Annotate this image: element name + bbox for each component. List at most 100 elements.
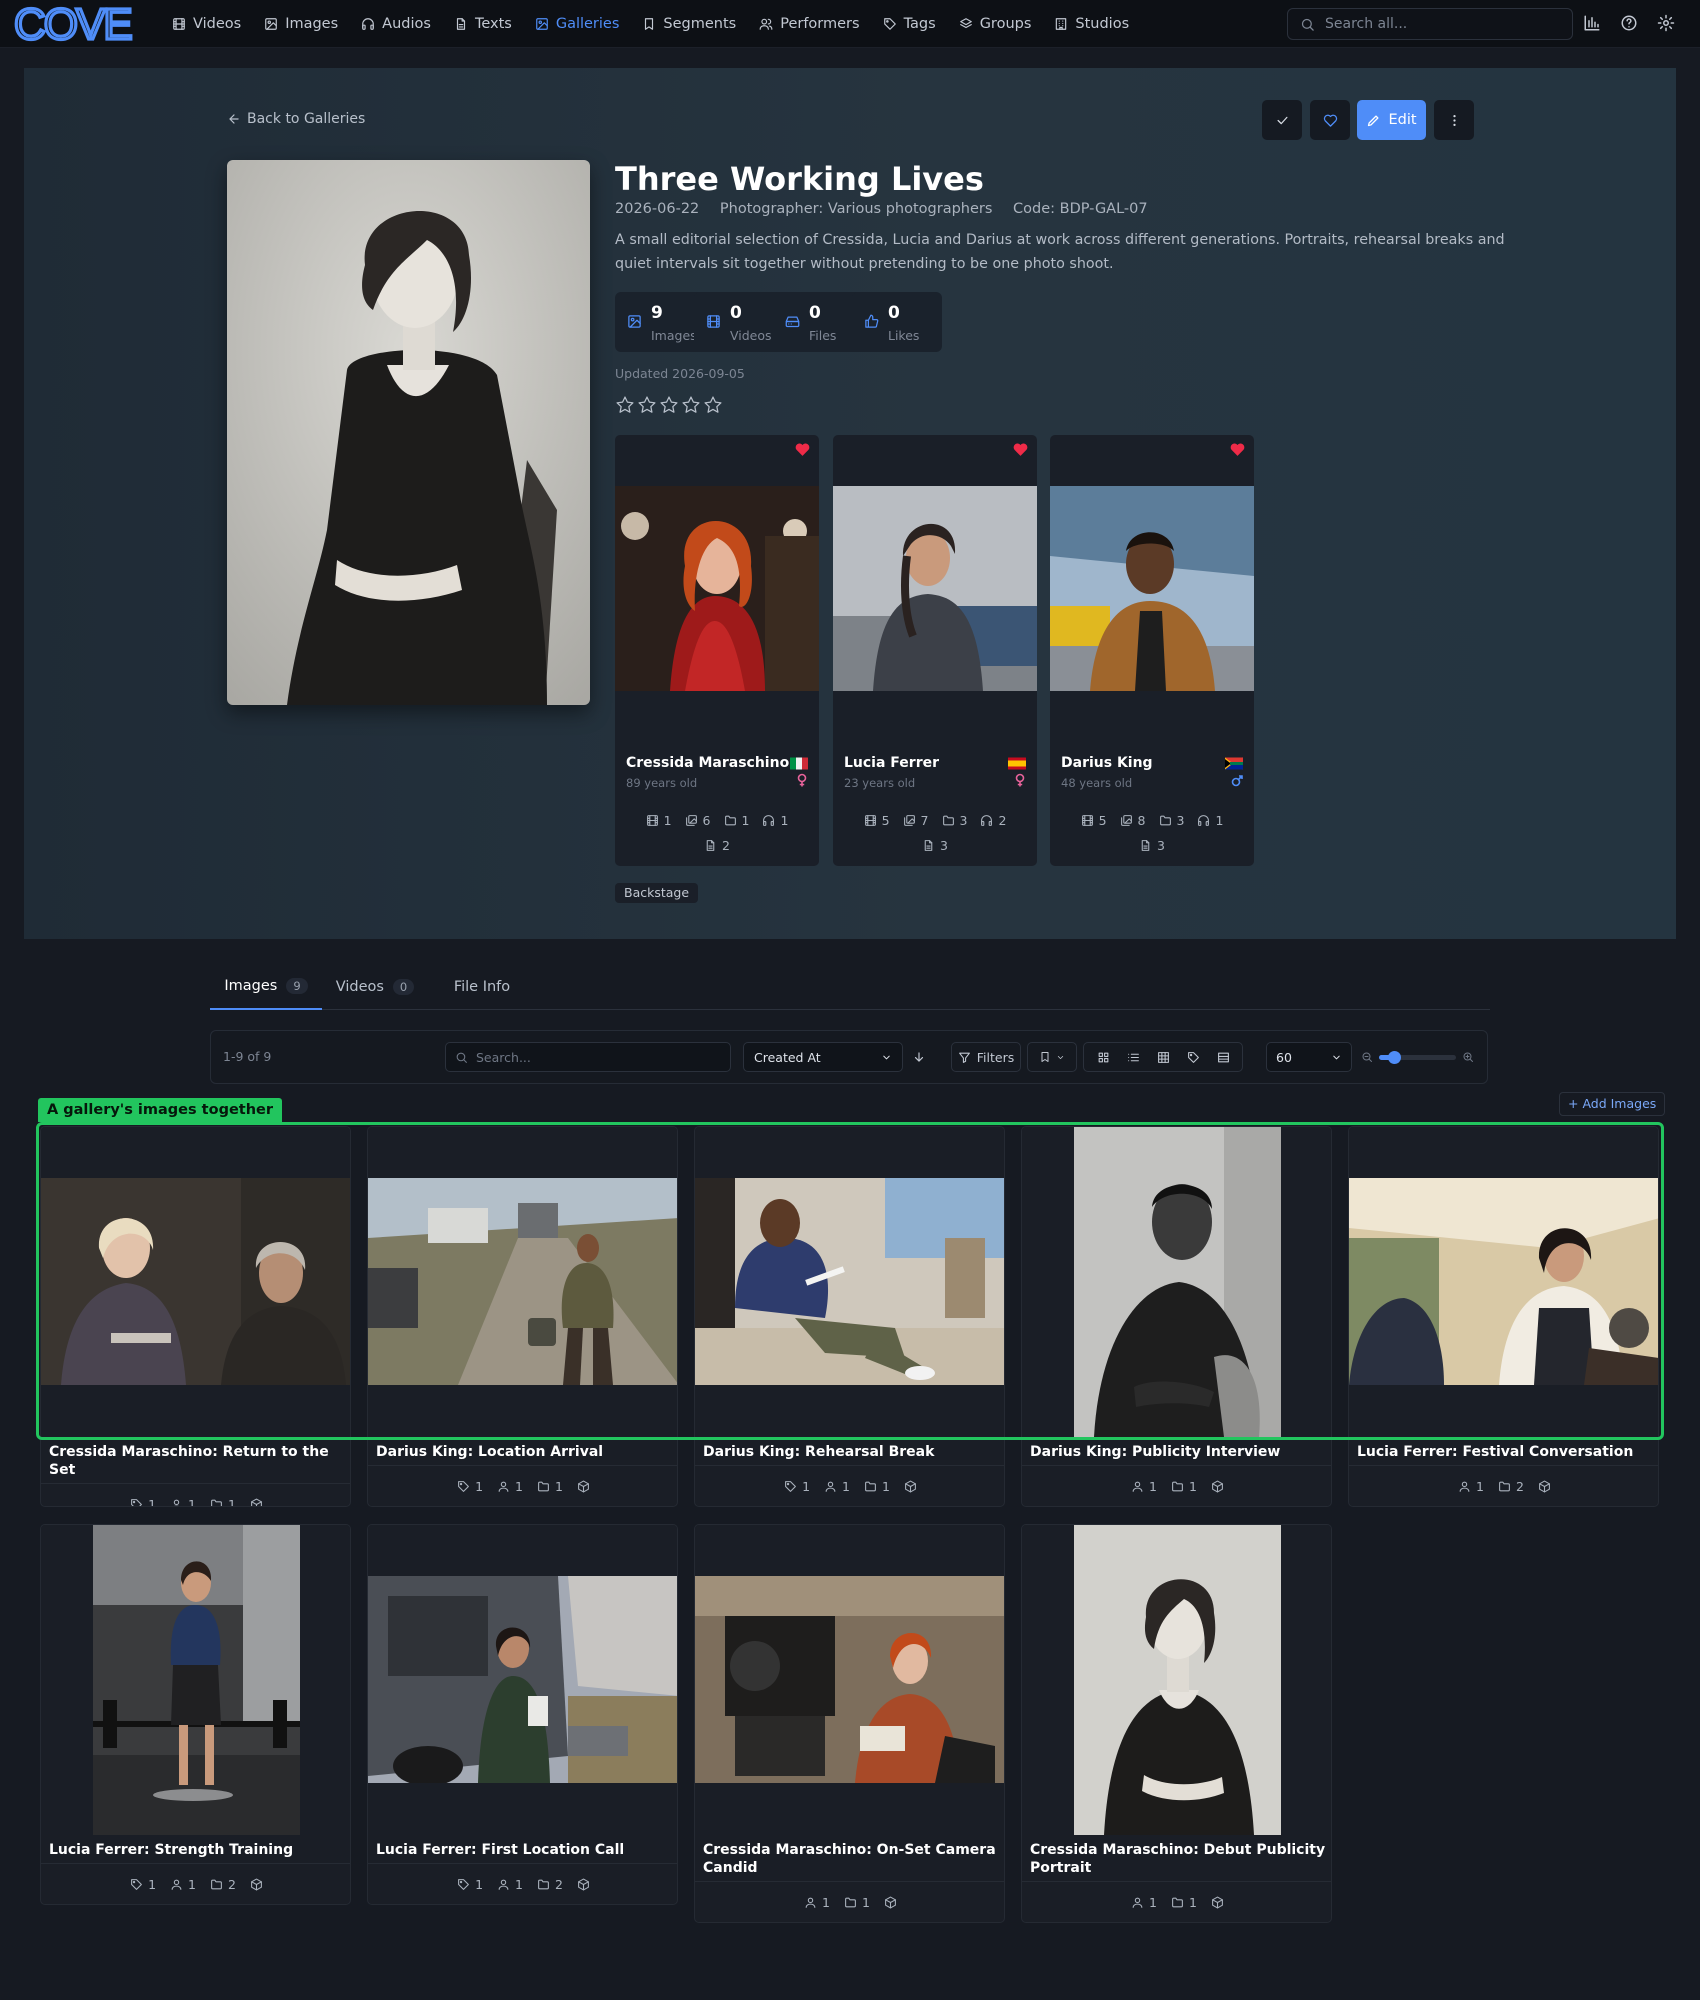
- tag-chip[interactable]: Backstage: [615, 883, 699, 903]
- performer-count-value: 5: [881, 813, 890, 828]
- back-to-galleries-link[interactable]: Back to Galleries: [227, 111, 365, 127]
- zoom-slider-handle[interactable]: [1388, 1050, 1401, 1064]
- performer-name[interactable]: Lucia Ferrer: [844, 755, 939, 771]
- image-thumbnail[interactable]: [695, 1525, 1004, 1835]
- nav-item-audios[interactable]: Audios: [361, 16, 431, 32]
- performer-name[interactable]: Cressida Maraschino: [626, 755, 789, 771]
- wall-view-icon[interactable]: [1217, 1051, 1230, 1064]
- stat-value: 9: [651, 303, 663, 323]
- folder-icon: [538, 1481, 549, 1492]
- image-card[interactable]: Lucia Ferrer: First Location Call 1 1 2: [367, 1524, 678, 1905]
- zoom-out-icon[interactable]: [1361, 1051, 1373, 1063]
- performer-name[interactable]: Darius King: [1061, 755, 1153, 771]
- image-card[interactable]: Lucia Ferrer: Strength Training 1 1 2: [40, 1524, 351, 1905]
- cove-logo[interactable]: COVE: [14, 4, 138, 44]
- image-title[interactable]: Darius King: Rehearsal Break: [703, 1443, 999, 1461]
- performer-count: 5: [1081, 813, 1107, 828]
- image-thumbnail[interactable]: [695, 1127, 1004, 1437]
- image-thumbnail[interactable]: [41, 1525, 350, 1835]
- heart-filled-icon[interactable]: [1012, 441, 1029, 458]
- filters-button[interactable]: Filters: [951, 1042, 1021, 1072]
- image-title[interactable]: Cressida Maraschino: On-Set Camera Candi…: [703, 1841, 999, 1877]
- zoom-slider[interactable]: [1379, 1050, 1456, 1064]
- gallery-cover-image[interactable]: [227, 160, 590, 705]
- image-thumbnail[interactable]: [368, 1525, 677, 1835]
- per-page-select[interactable]: 60: [1266, 1042, 1352, 1072]
- image-title[interactable]: Lucia Ferrer: Strength Training: [49, 1841, 345, 1859]
- image-title[interactable]: Darius King: Publicity Interview: [1030, 1443, 1326, 1461]
- tag-view-icon[interactable]: [1187, 1051, 1200, 1064]
- heart-filled-icon[interactable]: [1229, 441, 1246, 458]
- image-thumbnail[interactable]: [1349, 1127, 1658, 1437]
- image-card[interactable]: Darius King: Publicity Interview 1 1: [1021, 1126, 1332, 1507]
- nav-item-tags[interactable]: Tags: [883, 16, 936, 32]
- rating-stars[interactable]: [615, 395, 723, 415]
- film-icon: [646, 815, 658, 826]
- nav-item-texts[interactable]: Texts: [454, 16, 512, 32]
- nav-item-performers[interactable]: Performers: [759, 16, 860, 32]
- image-card[interactable]: Cressida Maraschino: Debut Publicity Por…: [1021, 1524, 1332, 1923]
- nav-item-videos[interactable]: Videos: [172, 16, 241, 32]
- favorite-button[interactable]: [1310, 100, 1350, 140]
- images-search-input[interactable]: Search...: [445, 1042, 731, 1072]
- image-title[interactable]: Lucia Ferrer: Festival Conversation: [1357, 1443, 1653, 1461]
- nav-item-segments[interactable]: Segments: [642, 16, 736, 32]
- heart-filled-icon[interactable]: [794, 441, 811, 458]
- image-thumbnail[interactable]: [1022, 1127, 1331, 1437]
- edit-button[interactable]: Edit: [1357, 100, 1426, 140]
- image-card[interactable]: Cressida Maraschino: Return to the Set 1 1…: [40, 1126, 351, 1507]
- add-images-button[interactable]: + Add Images: [1559, 1092, 1666, 1116]
- image-title[interactable]: Darius King: Location Arrival: [376, 1443, 672, 1461]
- star-1-icon[interactable]: [615, 395, 635, 415]
- tab-file-info[interactable]: File Info: [442, 964, 522, 1010]
- image-card[interactable]: Lucia Ferrer: Festival Conversation 1 2: [1348, 1126, 1659, 1507]
- performer-card[interactable]: Darius King 48 years old 5 8 3 1 3: [1050, 435, 1254, 866]
- sort-direction-button[interactable]: [903, 1042, 935, 1072]
- image-card[interactable]: Cressida Maraschino: On-Set Camera Candi…: [694, 1524, 1005, 1923]
- image-thumbnail[interactable]: [368, 1127, 677, 1437]
- list-view-icon[interactable]: [1127, 1051, 1140, 1064]
- tab-videos[interactable]: Videos 0: [325, 964, 425, 1010]
- stats-icon[interactable]: [1583, 14, 1601, 32]
- user-icon: [171, 1879, 182, 1890]
- image-icon: [628, 315, 641, 328]
- tag-count: 1: [457, 1479, 483, 1494]
- settings-gear-icon[interactable]: [1657, 14, 1675, 32]
- star-3-icon[interactable]: [659, 395, 679, 415]
- nav-item-studios[interactable]: Studios: [1054, 16, 1129, 32]
- gallery-count-value: 1: [881, 1479, 890, 1494]
- grid-view-icon[interactable]: [1097, 1051, 1110, 1064]
- performer-count-value: 6: [702, 813, 711, 828]
- nav-item-label: Groups: [979, 16, 1032, 32]
- performer-count: 3: [1068, 838, 1236, 853]
- more-options-button[interactable]: [1434, 100, 1474, 140]
- performer-card[interactable]: Cressida Maraschino 89 years old 1 6 1 1 2: [615, 435, 819, 866]
- star-5-icon[interactable]: [703, 395, 723, 415]
- nav-item-groups[interactable]: Groups: [959, 16, 1032, 32]
- tab-images[interactable]: Images 9: [210, 964, 322, 1010]
- sort-select[interactable]: Created At: [743, 1042, 903, 1072]
- image-card[interactable]: Darius King: Location Arrival 1 1 1: [367, 1126, 678, 1507]
- global-search-input[interactable]: Search all...: [1287, 8, 1573, 40]
- nav-item-galleries[interactable]: Galleries: [535, 16, 619, 32]
- image-thumbnail[interactable]: [1022, 1525, 1331, 1835]
- image-card[interactable]: Darius King: Rehearsal Break 1 1 1: [694, 1126, 1005, 1507]
- help-icon[interactable]: [1620, 14, 1638, 32]
- headphones-icon: [362, 18, 374, 30]
- star-2-icon[interactable]: [637, 395, 657, 415]
- performer-count-value: 1: [1476, 1479, 1484, 1494]
- image-thumbnail[interactable]: [41, 1127, 350, 1437]
- nav-item-images[interactable]: Images: [264, 16, 338, 32]
- star-icon: [616, 396, 634, 413]
- saved-filters-button[interactable]: [1027, 1042, 1077, 1072]
- mark-organized-button[interactable]: [1262, 100, 1302, 140]
- image-counts: 1 1 2: [41, 1877, 350, 1892]
- image-title[interactable]: Cressida Maraschino: Debut Publicity Por…: [1030, 1841, 1326, 1877]
- performer-card[interactable]: Lucia Ferrer 23 years old 5 7 3 2 3: [833, 435, 1037, 866]
- table-view-icon[interactable]: [1157, 1051, 1170, 1064]
- arrow-left-icon: [229, 114, 239, 124]
- zoom-in-icon[interactable]: [1462, 1051, 1474, 1063]
- image-title[interactable]: Lucia Ferrer: First Location Call: [376, 1841, 672, 1859]
- star-4-icon[interactable]: [681, 395, 701, 415]
- image-title[interactable]: Cressida Maraschino: Return to the Set: [49, 1443, 345, 1479]
